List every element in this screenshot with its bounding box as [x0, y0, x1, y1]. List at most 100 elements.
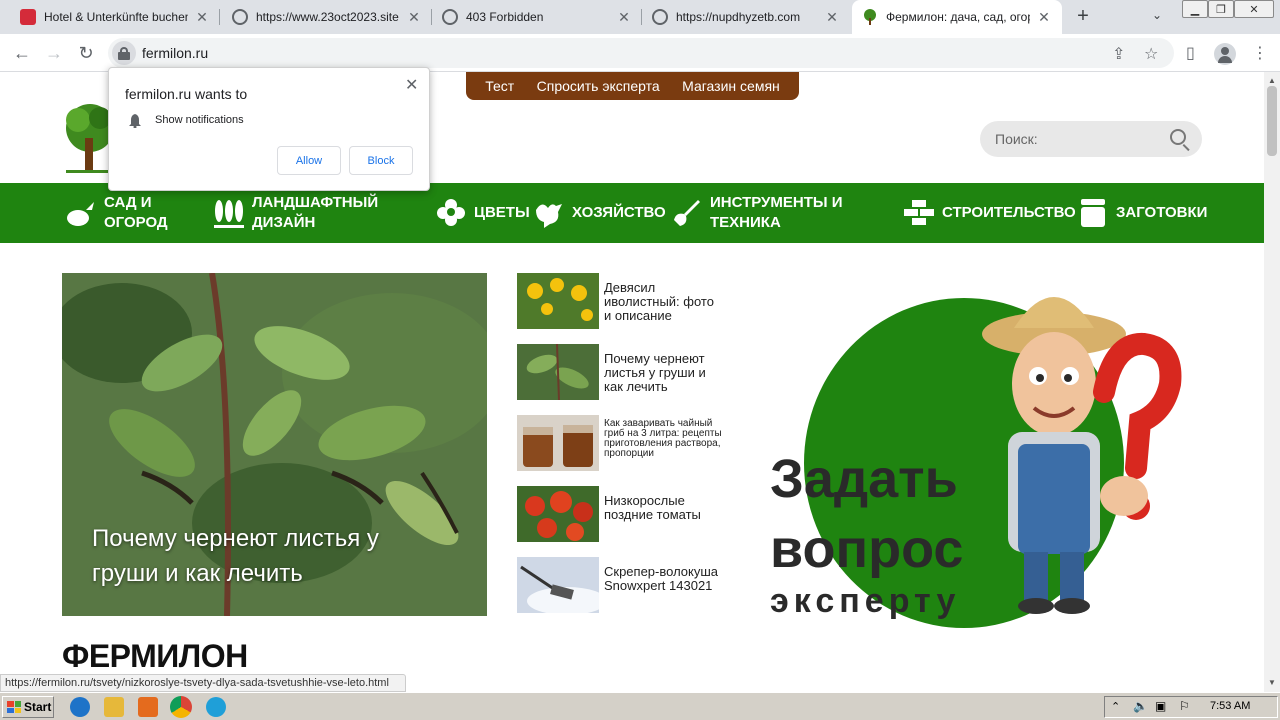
- article-title[interactable]: Низкорослые поздние томаты: [604, 494, 722, 522]
- article-item[interactable]: Скрепер-волокуша Snowxpert 143021: [517, 557, 727, 613]
- dandelion-thumb: [517, 273, 599, 329]
- close-icon[interactable]: ✕: [406, 9, 422, 26]
- ask-expert-banner[interactable]: Задать вопрос эксперту: [764, 272, 1184, 632]
- new-tab-button[interactable]: +: [1072, 6, 1094, 28]
- promo-line-3: эксперту: [770, 582, 961, 620]
- allow-button[interactable]: Allow: [277, 146, 341, 175]
- nav-label-line1: СТРОИТЕЛЬСТВО: [942, 204, 1076, 221]
- nav-flowers[interactable]: ЦВЕТЫ: [434, 183, 530, 243]
- scroll-down-arrow-icon[interactable]: ▼: [1268, 678, 1276, 687]
- hero-title[interactable]: Почему чернеют листья у груши и как лечи…: [92, 521, 452, 591]
- flag-icon[interactable]: ⚐: [1179, 699, 1190, 713]
- minimize-button[interactable]: ▁: [1182, 0, 1208, 18]
- article-title[interactable]: Как заваривать чайный гриб на 3 литра: р…: [604, 419, 722, 459]
- scroll-up-arrow-icon[interactable]: ▲: [1268, 76, 1276, 85]
- ie-icon[interactable]: [70, 697, 90, 717]
- tab-23oct2023[interactable]: https://www.23oct2023.site ✕: [222, 0, 432, 34]
- flower-icon: [437, 199, 465, 226]
- nav-construction[interactable]: СТРОИТЕЛЬСТВО: [902, 183, 1076, 243]
- close-icon[interactable]: ✕: [194, 9, 210, 26]
- tab-search-chevron-icon[interactable]: ⌄: [1152, 8, 1162, 22]
- booking-icon: [20, 9, 36, 25]
- explorer-folder-icon[interactable]: [104, 697, 124, 717]
- nav-household[interactable]: ХОЗЯЙСТВО: [532, 183, 666, 243]
- volume-icon[interactable]: 🔈: [1133, 699, 1148, 713]
- article-item[interactable]: Как заваривать чайный гриб на 3 литра: р…: [517, 415, 727, 471]
- promo-line-2: вопрос: [770, 519, 964, 579]
- search-icon[interactable]: [1170, 129, 1186, 145]
- nav-garden[interactable]: САД И ОГОРОД: [64, 183, 168, 243]
- nav-label-line1: ЛАНДШАФТНЫЙ: [252, 194, 379, 211]
- status-url-bubble: https://fermilon.ru/tsvety/nizkoroslye-t…: [0, 674, 406, 692]
- nav-landscape[interactable]: ЛАНДШАФТНЫЙ ДИЗАЙН: [212, 183, 378, 243]
- top-menu-ask-expert[interactable]: Спросить эксперта: [537, 78, 660, 94]
- page-scrollbar[interactable]: ▲ ▼: [1264, 72, 1280, 692]
- lock-icon[interactable]: [112, 41, 136, 65]
- tab-403-forbidden[interactable]: 403 Forbidden ✕: [432, 0, 642, 34]
- globe-icon: [232, 9, 248, 25]
- menu-kebab-icon[interactable]: ⋮: [1252, 43, 1268, 63]
- close-icon[interactable]: ✕: [616, 9, 632, 26]
- url-text[interactable]: fermilon.ru: [142, 45, 208, 61]
- close-window-button[interactable]: ✕: [1234, 0, 1274, 18]
- eggplant-icon: [67, 202, 94, 226]
- forward-button[interactable]: →: [42, 41, 66, 65]
- tab-nupdhyzetb[interactable]: https://nupdhyzetb.com ✕: [642, 0, 850, 34]
- tab-title: 403 Forbidden: [466, 10, 544, 24]
- article-item[interactable]: Почему чернеют листья у груши и как лечи…: [517, 344, 727, 400]
- tab-title: https://nupdhyzetb.com: [676, 10, 801, 24]
- tab-booking[interactable]: Hotel & Unterkünfte buchen | A ✕: [10, 0, 220, 34]
- nav-preserves[interactable]: ЗАГОТОВКИ: [1076, 183, 1207, 243]
- promo-line-1: Задать: [770, 449, 958, 509]
- side-panel-icon[interactable]: ▯: [1186, 43, 1195, 63]
- address-bar[interactable]: fermilon.ru ⇪ ☆: [108, 38, 1174, 68]
- nav-tools[interactable]: ИНСТРУМЕНТЫ И ТЕХНИКА: [670, 183, 843, 243]
- top-menu-test[interactable]: Тест: [485, 78, 514, 94]
- top-menu-seed-shop[interactable]: Магазин семян: [682, 78, 780, 94]
- shovel-icon: [674, 200, 700, 226]
- trees-icon: [214, 200, 244, 228]
- start-button[interactable]: Start: [2, 696, 54, 718]
- nav-label-line1: ИНСТРУМЕНТЫ И: [710, 194, 843, 211]
- search-input[interactable]: Поиск:: [980, 121, 1202, 157]
- tray-expand-icon[interactable]: ⌃: [1111, 700, 1120, 713]
- jar-icon: [1081, 199, 1105, 227]
- article-title[interactable]: Девясил иволистный: фото и описание: [604, 281, 722, 323]
- pear-leaves-thumb: [517, 344, 599, 400]
- notification-permission-dialog: fermilon.ru wants to ✕ Show notification…: [108, 67, 430, 191]
- hero-article[interactable]: Почему чернеют листья у груши и как лечи…: [62, 273, 487, 616]
- nav-label-line1: ЗАГОТОВКИ: [1116, 204, 1208, 221]
- nav-label-line2: ДИЗАЙН: [252, 214, 316, 231]
- tab-title: Фермилон: дача, сад, огород: [886, 10, 1030, 24]
- reload-button[interactable]: ↻: [74, 41, 98, 65]
- dialog-title: fermilon.ru wants to: [125, 86, 248, 102]
- close-icon[interactable]: ✕: [1036, 9, 1052, 26]
- chrome-icon[interactable]: [170, 696, 192, 718]
- media-player-icon[interactable]: [138, 697, 158, 717]
- nav-label-line2: ОГОРОД: [104, 214, 168, 231]
- article-item[interactable]: Низкорослые поздние томаты: [517, 486, 727, 542]
- share-icon[interactable]: ⇪: [1112, 44, 1125, 64]
- tomatoes-thumb: [517, 486, 599, 542]
- system-tray: ⌃ 🔈 ▣ ⚐: [1104, 696, 1278, 718]
- tab-fermilon[interactable]: Фермилон: дача, сад, огород ✕: [852, 0, 1062, 34]
- close-icon[interactable]: ✕: [824, 9, 840, 26]
- tab-title: https://www.23oct2023.site: [256, 10, 399, 24]
- taskbar: Start ⌃ 🔈 ▣ ⚐ 7:53 AM: [0, 692, 1280, 720]
- article-title[interactable]: Почему чернеют листья у груши и как лечи…: [604, 352, 722, 394]
- block-button[interactable]: Block: [349, 146, 413, 175]
- edge-icon[interactable]: [206, 697, 226, 717]
- article-title[interactable]: Скрепер-волокуша Snowxpert 143021: [604, 565, 722, 593]
- restore-button[interactable]: ❐: [1208, 0, 1234, 18]
- network-icon[interactable]: ▣: [1155, 699, 1166, 713]
- clock: 7:53 AM: [1210, 700, 1251, 712]
- bell-icon: [129, 114, 141, 128]
- scroll-thumb[interactable]: [1267, 86, 1277, 156]
- article-item[interactable]: Девясил иволистный: фото и описание: [517, 273, 727, 329]
- close-icon[interactable]: ✕: [405, 75, 418, 95]
- nav-label-line1: САД И: [104, 194, 152, 211]
- back-button[interactable]: ←: [10, 41, 34, 65]
- globe-icon: [652, 9, 668, 25]
- bookmark-star-icon[interactable]: ☆: [1144, 44, 1158, 64]
- profile-avatar[interactable]: [1214, 43, 1236, 65]
